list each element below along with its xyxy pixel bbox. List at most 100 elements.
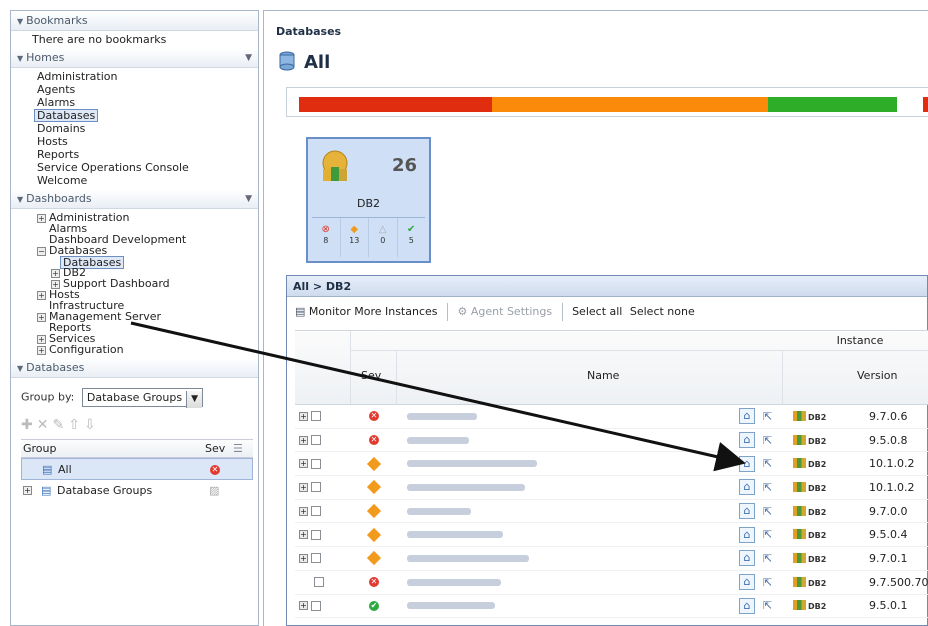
home-icon[interactable]: ⌂ xyxy=(739,432,755,449)
group-row-database-groups[interactable]: + ▤ Database Groups ▨ xyxy=(21,480,253,502)
external-link-icon[interactable]: ⇱ xyxy=(763,528,772,541)
row-checkbox[interactable] xyxy=(314,577,324,588)
external-link-icon[interactable]: ⇱ xyxy=(763,434,772,447)
move-down-icon[interactable]: ⇩ xyxy=(84,417,100,433)
instance-name[interactable] xyxy=(407,483,525,491)
home-icon[interactable]: ⌂ xyxy=(739,574,755,591)
home-item-databases[interactable]: Databases xyxy=(34,109,99,122)
external-link-icon[interactable]: ⇱ xyxy=(763,599,772,612)
health-bar-ok[interactable] xyxy=(768,97,897,112)
columns-icon[interactable]: ☰ xyxy=(233,440,243,458)
instance-name[interactable] xyxy=(407,412,477,420)
expand-icon[interactable]: + xyxy=(299,530,308,540)
filter-icon[interactable]: ▼ xyxy=(245,189,252,209)
home-item-reports[interactable]: Reports xyxy=(37,148,258,161)
group-by-select[interactable]: Database Groups ▼ xyxy=(81,388,204,408)
row-checkbox[interactable] xyxy=(311,435,321,446)
table-row[interactable]: + ⌂ ⇱ DB2 9.5.0.4 xyxy=(295,523,928,548)
row-checkbox[interactable] xyxy=(311,553,321,564)
add-icon[interactable]: ✚ xyxy=(21,417,37,433)
table-row[interactable]: + ✔ ⌂ ⇱ DB2 9.5.0.1 xyxy=(295,595,928,619)
tile-stat-unknown[interactable]: △ 0 xyxy=(369,218,398,257)
home-item-administration[interactable]: Administration xyxy=(37,70,258,83)
expand-icon[interactable]: + xyxy=(37,334,46,344)
breadcrumb[interactable]: Databases xyxy=(276,25,341,38)
sev-column-header[interactable]: Sev xyxy=(361,369,381,382)
filter-icon[interactable]: ▼ xyxy=(245,48,252,68)
home-icon[interactable]: ⌂ xyxy=(739,550,755,567)
expand-icon[interactable]: + xyxy=(37,213,46,223)
tile-stat-ok[interactable]: ✔ 5 xyxy=(398,218,426,257)
instance-name[interactable] xyxy=(407,460,537,468)
row-checkbox[interactable] xyxy=(311,458,321,469)
databases-header[interactable]: ▼ Databases xyxy=(11,358,258,378)
home-icon[interactable]: ⌂ xyxy=(739,526,755,543)
instance-name[interactable] xyxy=(407,507,471,515)
home-item-hosts[interactable]: Hosts xyxy=(37,135,258,148)
health-bar-warning[interactable] xyxy=(492,97,768,112)
version-column-header[interactable]: Version xyxy=(857,369,897,382)
expand-icon[interactable]: + xyxy=(23,486,32,495)
table-row[interactable]: ✕ ⌂ ⇱ DB2 9.7.500.702 xyxy=(295,571,928,595)
external-link-icon[interactable]: ⇱ xyxy=(763,410,772,423)
delete-icon[interactable]: ✕ xyxy=(37,417,53,433)
instance-name[interactable] xyxy=(407,554,529,562)
table-row[interactable]: + ✕ ⌂ ⇱ DB2 9.7.0.6 xyxy=(295,405,928,429)
row-checkbox[interactable] xyxy=(311,506,321,517)
select-none-link[interactable]: Select none xyxy=(630,305,695,318)
expand-icon[interactable]: + xyxy=(299,553,308,563)
table-row[interactable]: + ⌂ ⇱ DB2 10.1.0.2 xyxy=(295,452,928,477)
health-bar-critical[interactable] xyxy=(299,97,492,112)
move-up-icon[interactable]: ⇧ xyxy=(68,417,84,433)
instance-name[interactable] xyxy=(407,602,495,610)
home-icon[interactable]: ⌂ xyxy=(739,455,755,472)
home-icon[interactable]: ⌂ xyxy=(739,479,755,496)
agent-settings-button[interactable]: Agent Settings xyxy=(471,305,552,318)
db2-tile[interactable]: 26 DB2 ⊗ 8 ◆ 13 △ 0 ✔ 5 xyxy=(306,137,431,263)
expand-icon[interactable]: + xyxy=(299,482,308,492)
tree-item-databases[interactable]: − Databases xyxy=(37,245,258,256)
row-checkbox[interactable] xyxy=(311,411,321,422)
external-link-icon[interactable]: ⇱ xyxy=(763,552,772,565)
expand-icon[interactable]: + xyxy=(299,435,308,445)
external-link-icon[interactable]: ⇱ xyxy=(763,481,772,494)
external-link-icon[interactable]: ⇱ xyxy=(763,505,772,518)
instance-name[interactable] xyxy=(407,531,503,539)
row-checkbox[interactable] xyxy=(311,482,321,493)
home-item-domains[interactable]: Domains xyxy=(37,122,258,135)
tile-stat-critical[interactable]: ⊗ 8 xyxy=(312,218,341,257)
home-icon[interactable]: ⌂ xyxy=(739,597,755,614)
homes-header[interactable]: ▼ Homes ▼ xyxy=(11,48,258,68)
table-row[interactable]: + ⌂ ⇱ DB2 9.7.0.0 xyxy=(295,500,928,524)
external-link-icon[interactable]: ⇱ xyxy=(763,576,772,589)
external-link-icon[interactable]: ⇱ xyxy=(763,457,772,470)
table-row[interactable]: + ⌂ ⇱ DB2 9.7.0.1 xyxy=(295,547,928,571)
tile-stat-warning[interactable]: ◆ 13 xyxy=(341,218,369,257)
edit-icon[interactable]: ✎ xyxy=(52,417,68,433)
collapse-icon[interactable]: − xyxy=(37,246,46,256)
instance-name[interactable] xyxy=(407,436,469,444)
dropdown-arrow-icon[interactable]: ▼ xyxy=(186,391,203,408)
select-all-link[interactable]: Select all xyxy=(572,305,622,318)
row-checkbox[interactable] xyxy=(311,600,321,611)
expand-icon[interactable]: + xyxy=(299,411,308,421)
bookmarks-header[interactable]: ▼ Bookmarks xyxy=(11,11,258,31)
expand-icon[interactable]: + xyxy=(37,345,46,355)
expand-icon[interactable]: + xyxy=(299,459,308,469)
table-row[interactable]: + ✕ ⌂ ⇱ DB2 9.5.0.8 xyxy=(295,429,928,453)
home-icon[interactable]: ⌂ xyxy=(739,503,755,520)
home-item-alarms[interactable]: Alarms xyxy=(37,96,258,109)
home-icon[interactable]: ⌂ xyxy=(739,408,755,425)
monitor-more-instances-button[interactable]: Monitor More Instances xyxy=(309,305,438,318)
expand-icon[interactable]: + xyxy=(299,506,308,516)
instance-name[interactable] xyxy=(407,578,501,586)
expand-icon[interactable]: + xyxy=(37,312,46,322)
group-row-all[interactable]: ▤ All ✕ xyxy=(21,458,253,480)
home-item-welcome[interactable]: Welcome xyxy=(37,174,258,187)
row-checkbox[interactable] xyxy=(311,529,321,540)
expand-icon[interactable]: + xyxy=(299,601,308,611)
home-item-service-operations-console[interactable]: Service Operations Console xyxy=(37,161,258,174)
name-column-header[interactable]: Name xyxy=(587,369,619,382)
expand-icon[interactable]: + xyxy=(51,268,60,278)
dashboards-header[interactable]: ▼ Dashboards ▼ xyxy=(11,189,258,209)
